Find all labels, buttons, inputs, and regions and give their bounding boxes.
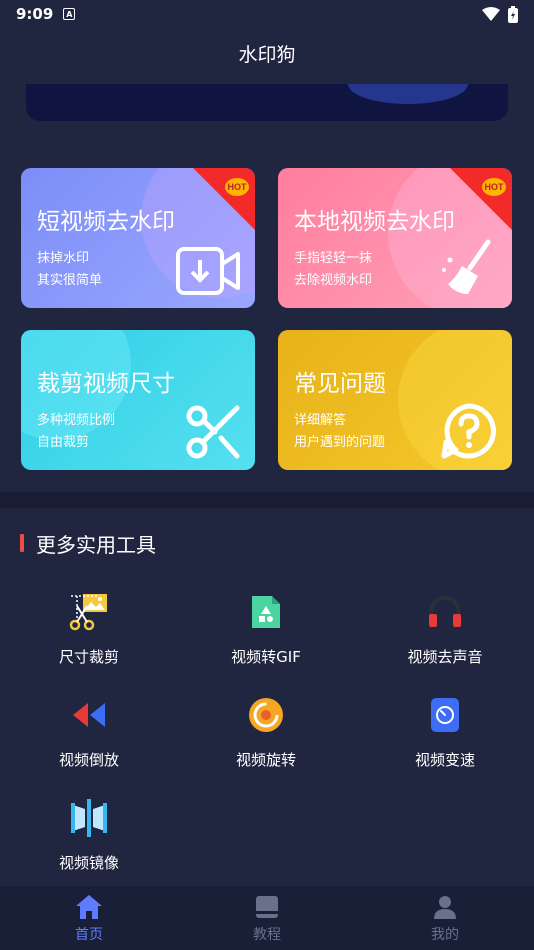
tool-label: 视频转GIF bbox=[231, 648, 301, 666]
tool-label: 视频镜像 bbox=[58, 854, 119, 872]
mirror-icon bbox=[71, 799, 107, 837]
card-title: 常见问题 bbox=[294, 371, 386, 397]
card-subtitle: 抹掉水印 其实很简单 bbox=[37, 251, 103, 288]
video-download-icon bbox=[176, 247, 240, 295]
nav-home[interactable]: 首页 bbox=[0, 886, 178, 950]
gif-file-icon bbox=[252, 596, 280, 628]
status-time: 9:09 bbox=[16, 5, 54, 23]
card-short-video-watermark[interactable]: HOT 短视频去水印 抹掉水印 其实很简单 bbox=[21, 168, 255, 308]
section-title: 更多实用工具 bbox=[20, 531, 156, 557]
card-faq[interactable]: 常见问题 详细解答 用户遇到的问题 bbox=[278, 330, 512, 470]
status-bar: 9:09 A bbox=[0, 0, 534, 28]
tool-rotate-video[interactable]: 视频旋转 bbox=[196, 693, 336, 770]
notification-a-icon: A bbox=[63, 8, 76, 20]
user-icon bbox=[434, 896, 456, 919]
home-icon bbox=[76, 895, 102, 919]
page-title: 水印狗 bbox=[238, 44, 296, 66]
section-divider bbox=[0, 492, 534, 508]
card-crop-video[interactable]: 裁剪视频尺寸 多种视频比例 自由裁剪 bbox=[21, 330, 255, 470]
banner[interactable] bbox=[26, 84, 508, 121]
bottom-nav: 首页 教程 我的 bbox=[0, 886, 534, 950]
wifi-icon bbox=[482, 7, 500, 21]
card-title: 裁剪视频尺寸 bbox=[37, 371, 175, 397]
card-title: 短视频去水印 bbox=[37, 209, 175, 235]
broom-icon bbox=[442, 239, 491, 294]
tool-video-speed[interactable]: 视频变速 bbox=[375, 693, 515, 770]
svg-text:HOT: HOT bbox=[228, 182, 248, 192]
speed-icon bbox=[431, 698, 459, 732]
hot-badge-icon: HOT bbox=[450, 168, 512, 230]
nav-mine[interactable]: 我的 bbox=[356, 886, 534, 950]
card-local-video-watermark[interactable]: HOT 本地视频去水印 手指轻轻一抹 去除视频水印 bbox=[278, 168, 512, 308]
tool-label: 尺寸裁剪 bbox=[58, 648, 119, 666]
rewind-icon bbox=[73, 703, 105, 727]
svg-text:HOT: HOT bbox=[485, 182, 505, 192]
tool-reverse-video[interactable]: 视频倒放 bbox=[19, 693, 159, 770]
book-icon bbox=[256, 896, 278, 918]
tool-label: 视频倒放 bbox=[58, 751, 119, 769]
rotate-icon bbox=[249, 698, 283, 732]
tool-remove-audio[interactable]: 视频去声音 bbox=[375, 590, 515, 667]
card-subtitle: 详细解答 用户遇到的问题 bbox=[294, 413, 386, 450]
hot-badge-icon: HOT bbox=[193, 168, 255, 230]
tool-mirror-video[interactable]: 视频镜像 bbox=[19, 796, 159, 873]
nav-tutorial[interactable]: 教程 bbox=[178, 886, 356, 950]
tool-label: 视频去声音 bbox=[407, 648, 483, 666]
scissors-icon bbox=[186, 405, 240, 459]
card-title: 本地视频去水印 bbox=[294, 209, 455, 235]
tool-label: 视频旋转 bbox=[235, 751, 296, 769]
card-subtitle: 多种视频比例 自由裁剪 bbox=[37, 413, 116, 450]
tool-label: 视频变速 bbox=[414, 751, 475, 769]
tool-size-crop[interactable]: 尺寸裁剪 bbox=[19, 590, 159, 667]
card-subtitle: 手指轻轻一抹 去除视频水印 bbox=[294, 251, 373, 288]
battery-icon bbox=[508, 5, 518, 23]
crop-scissors-icon bbox=[69, 594, 107, 631]
question-bubble-icon bbox=[441, 403, 496, 459]
tool-video-to-gif[interactable]: 视频转GIF bbox=[196, 590, 336, 667]
headphones-icon bbox=[429, 595, 461, 627]
